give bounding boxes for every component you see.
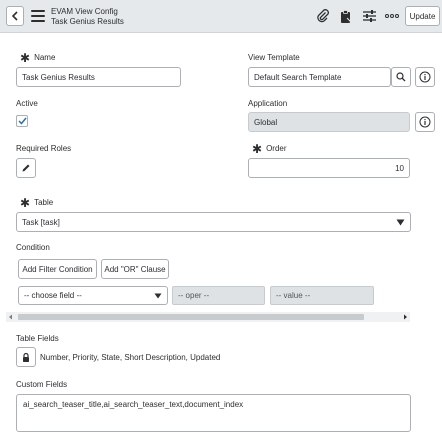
- chevron-down-icon: [396, 219, 405, 226]
- table-select-value: Task [task]: [22, 217, 60, 227]
- scroll-right-icon[interactable]: [403, 314, 408, 320]
- sliders-icon[interactable]: [361, 8, 377, 24]
- application-info-button[interactable]: [415, 112, 435, 132]
- condition-scrollbar[interactable]: [6, 312, 410, 322]
- view-template-info-button[interactable]: [415, 67, 435, 87]
- header-title: EVAM View Config: [51, 7, 118, 16]
- info-icon: [419, 71, 431, 83]
- table-fields-unlock-button[interactable]: [16, 347, 36, 367]
- table-label: ✱ Table: [20, 196, 54, 210]
- name-label: ✱ Name: [20, 51, 56, 65]
- custom-fields-label: Custom Fields: [16, 380, 68, 389]
- name-field[interactable]: Task Genius Results: [16, 67, 181, 87]
- table-fields-label: Table Fields: [16, 334, 59, 343]
- paperclip-icon[interactable]: [315, 8, 331, 24]
- custom-fields-textarea[interactable]: ai_search_teaser_title,ai_search_teaser_…: [16, 394, 411, 432]
- header-subtitle: Task Genius Results: [51, 17, 124, 26]
- choose-field-value: -- choose field --: [24, 291, 82, 300]
- header-title-block: EVAM View Config Task Genius Results: [51, 7, 124, 27]
- table-select[interactable]: Task [task]: [16, 212, 411, 232]
- view-template-field[interactable]: Default Search Template: [248, 67, 391, 87]
- order-label: ✱ Order: [252, 142, 287, 156]
- form-header: EVAM View Config Task Genius Results Upd…: [0, 0, 442, 33]
- condition-label: Condition: [16, 243, 50, 252]
- order-field[interactable]: 10: [248, 158, 410, 178]
- pencil-icon: [22, 164, 30, 172]
- required-asterisk-icon: ✱: [20, 51, 31, 65]
- clipboard-icon[interactable]: [338, 8, 354, 24]
- scrollbar-thumb[interactable]: [18, 314, 364, 320]
- application-label: Application: [248, 99, 288, 108]
- scroll-left-icon[interactable]: [8, 314, 13, 320]
- required-roles-edit-button[interactable]: [16, 158, 36, 178]
- lock-icon: [23, 352, 29, 362]
- add-or-clause-button[interactable]: Add "OR" Clause: [101, 259, 169, 279]
- menu-icon[interactable]: [31, 10, 45, 22]
- required-roles-label: Required Roles: [16, 144, 72, 153]
- update-button[interactable]: Update: [405, 6, 440, 26]
- view-template-lookup-button[interactable]: [391, 67, 411, 87]
- required-asterisk-icon: ✱: [20, 196, 31, 210]
- active-checkbox[interactable]: [16, 115, 28, 127]
- more-icon[interactable]: [384, 8, 400, 24]
- active-label: Active: [16, 99, 38, 108]
- checkmark-icon: [17, 117, 27, 125]
- choose-field-select[interactable]: -- choose field --: [18, 286, 168, 305]
- value-field: -- value --: [270, 286, 374, 305]
- application-field: Global: [248, 112, 410, 132]
- table-fields-value: Number, Priority, State, Short Descripti…: [40, 353, 221, 362]
- chevron-down-icon: [154, 293, 162, 299]
- search-icon: [396, 72, 406, 82]
- add-filter-condition-button[interactable]: Add Filter Condition: [18, 259, 97, 279]
- back-button[interactable]: [6, 6, 24, 26]
- info-icon: [419, 116, 431, 128]
- back-icon: [11, 11, 18, 21]
- operator-select: -- oper --: [172, 286, 265, 305]
- view-template-label: View Template: [248, 53, 300, 62]
- required-asterisk-icon: ✱: [252, 142, 263, 156]
